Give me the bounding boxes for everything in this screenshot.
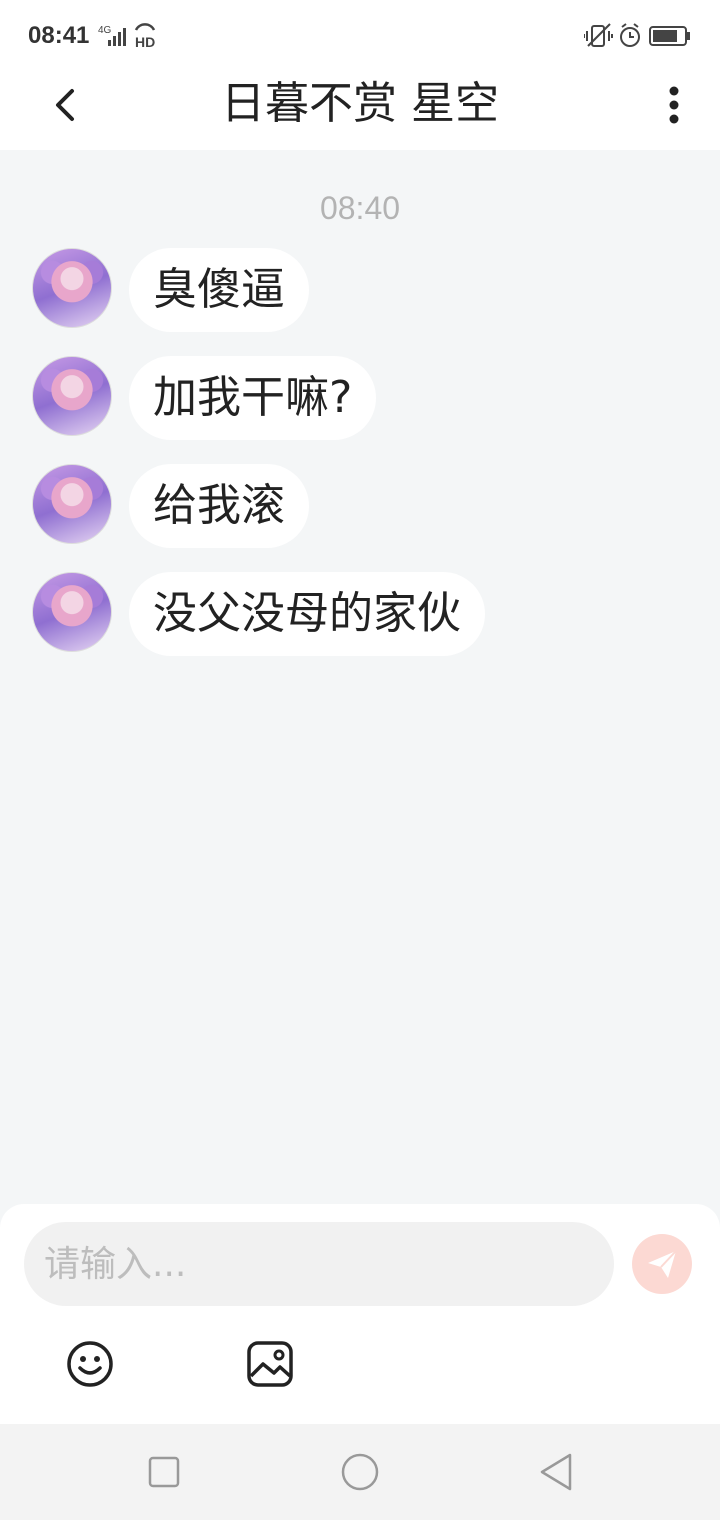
avatar[interactable]: [32, 248, 112, 328]
avatar[interactable]: [32, 356, 112, 436]
emoji-button[interactable]: [66, 1340, 114, 1388]
recent-apps-icon: [148, 1456, 180, 1488]
composer-panel: [0, 1204, 720, 1424]
chat-timestamp: 08:40: [319, 190, 401, 226]
chevron-left-icon: [56, 89, 74, 121]
back-icon: [540, 1453, 572, 1491]
status-right-icons: [584, 23, 690, 47]
message-bubble[interactable]: 臭傻逼: [129, 248, 309, 332]
status-time: 08:41: [28, 22, 90, 49]
hd-label: HD: [135, 34, 155, 50]
emoji-icon: [67, 1341, 113, 1387]
send-button[interactable]: [632, 1234, 692, 1294]
vibrate-icon: [584, 23, 613, 47]
recent-apps-button[interactable]: [144, 1452, 184, 1492]
home-icon: [341, 1453, 379, 1491]
image-icon: [247, 1341, 293, 1387]
send-icon: [648, 1250, 677, 1278]
system-nav-bar: [0, 1424, 720, 1520]
home-button[interactable]: [340, 1452, 380, 1492]
message-bubble[interactable]: 没父没母的家伙: [129, 572, 485, 656]
back-button[interactable]: [40, 80, 90, 130]
avatar[interactable]: [32, 464, 112, 544]
network-label: 4G: [98, 25, 112, 36]
image-button[interactable]: [246, 1340, 294, 1388]
signal-icon: 4G HD: [98, 23, 155, 50]
nav-back-button[interactable]: [536, 1452, 576, 1492]
alarm-icon: [620, 23, 640, 47]
battery-icon: [649, 26, 690, 46]
more-options-button[interactable]: [654, 80, 694, 130]
status-bar: 08:41 4G HD: [0, 0, 720, 72]
page-title: 日暮不赏 星空: [221, 78, 499, 129]
message-bubble[interactable]: 给我滚: [129, 464, 309, 548]
chat-header: 日暮不赏 星空: [0, 72, 720, 150]
message-input[interactable]: [24, 1222, 614, 1306]
message-bubble[interactable]: 加我干嘛?: [129, 356, 377, 440]
more-vertical-icon: [669, 86, 679, 124]
avatar[interactable]: [32, 572, 112, 652]
